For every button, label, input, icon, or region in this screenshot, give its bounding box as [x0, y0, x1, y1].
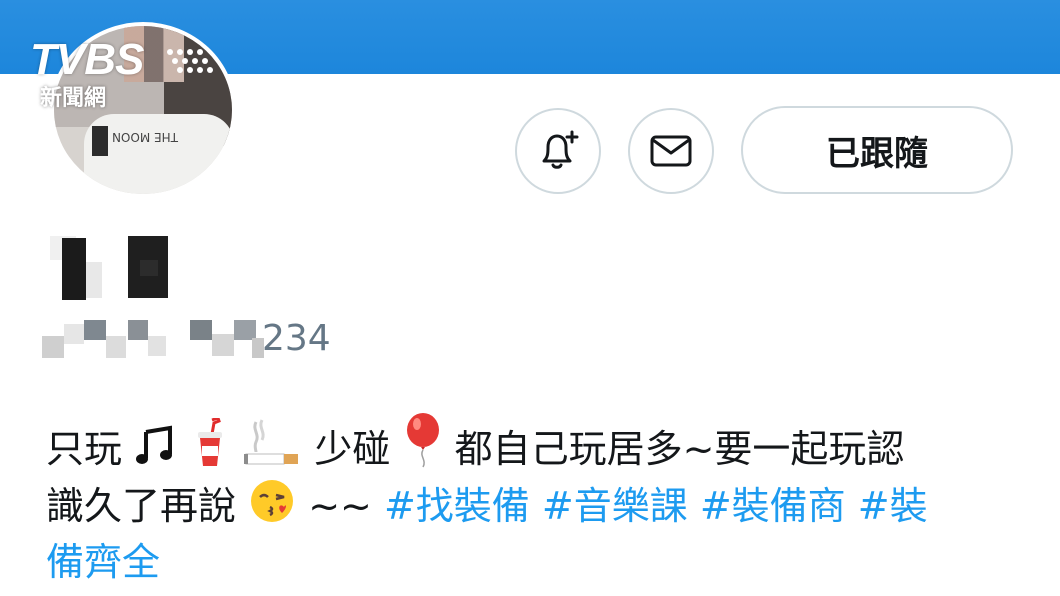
bio-line-1: 只玩 少碰 都自己玩居多~要一起玩認	[46, 412, 1026, 477]
notify-button[interactable]	[515, 108, 601, 194]
redacted-display-name	[50, 236, 168, 300]
hashtag-link[interactable]: 備齊全	[46, 540, 160, 584]
cigarette-icon	[244, 419, 299, 465]
bio-text: 都自己玩居多~要一起玩認	[454, 427, 905, 471]
bio-text: 只玩	[46, 427, 123, 471]
profile-handle: 234	[40, 316, 360, 366]
kiss-face-icon	[251, 480, 294, 522]
watermark-subtitle: 新聞網	[40, 86, 107, 111]
mail-icon	[650, 135, 692, 167]
hashtag-link[interactable]: #找裝備	[384, 484, 530, 528]
handle-suffix: 234	[262, 318, 331, 359]
dots-icon	[167, 49, 213, 73]
tvbs-watermark-logo: TVBS 新聞網	[30, 38, 220, 116]
following-button[interactable]: 已跟隨	[741, 106, 1013, 194]
bio-text: ~~	[308, 484, 384, 528]
bell-plus-icon	[542, 130, 579, 169]
hashtag-link[interactable]: #裝備商	[700, 484, 846, 528]
bio-text: 識久了再說	[46, 484, 237, 528]
bio-line-3: 備齊全	[46, 534, 1026, 590]
music-notes-icon	[136, 425, 173, 464]
cup-with-straw-icon	[198, 418, 223, 466]
watermark-brand: TVBS	[30, 35, 144, 84]
hashtag-link[interactable]: #裝	[858, 484, 928, 528]
profile-bio: 只玩 少碰 都自己玩居多~要一起玩認 識久了再說 ~~ #找裝備 #音樂課 #裝…	[46, 412, 1026, 590]
message-button[interactable]	[628, 108, 714, 194]
hashtag-link[interactable]: #音樂課	[542, 484, 688, 528]
bio-text: 少碰	[314, 427, 391, 471]
redacted-handle	[42, 320, 264, 358]
balloon-icon	[406, 413, 439, 468]
bio-line-2: 識久了再說 ~~ #找裝備 #音樂課 #裝備商 #裝	[46, 477, 1026, 534]
